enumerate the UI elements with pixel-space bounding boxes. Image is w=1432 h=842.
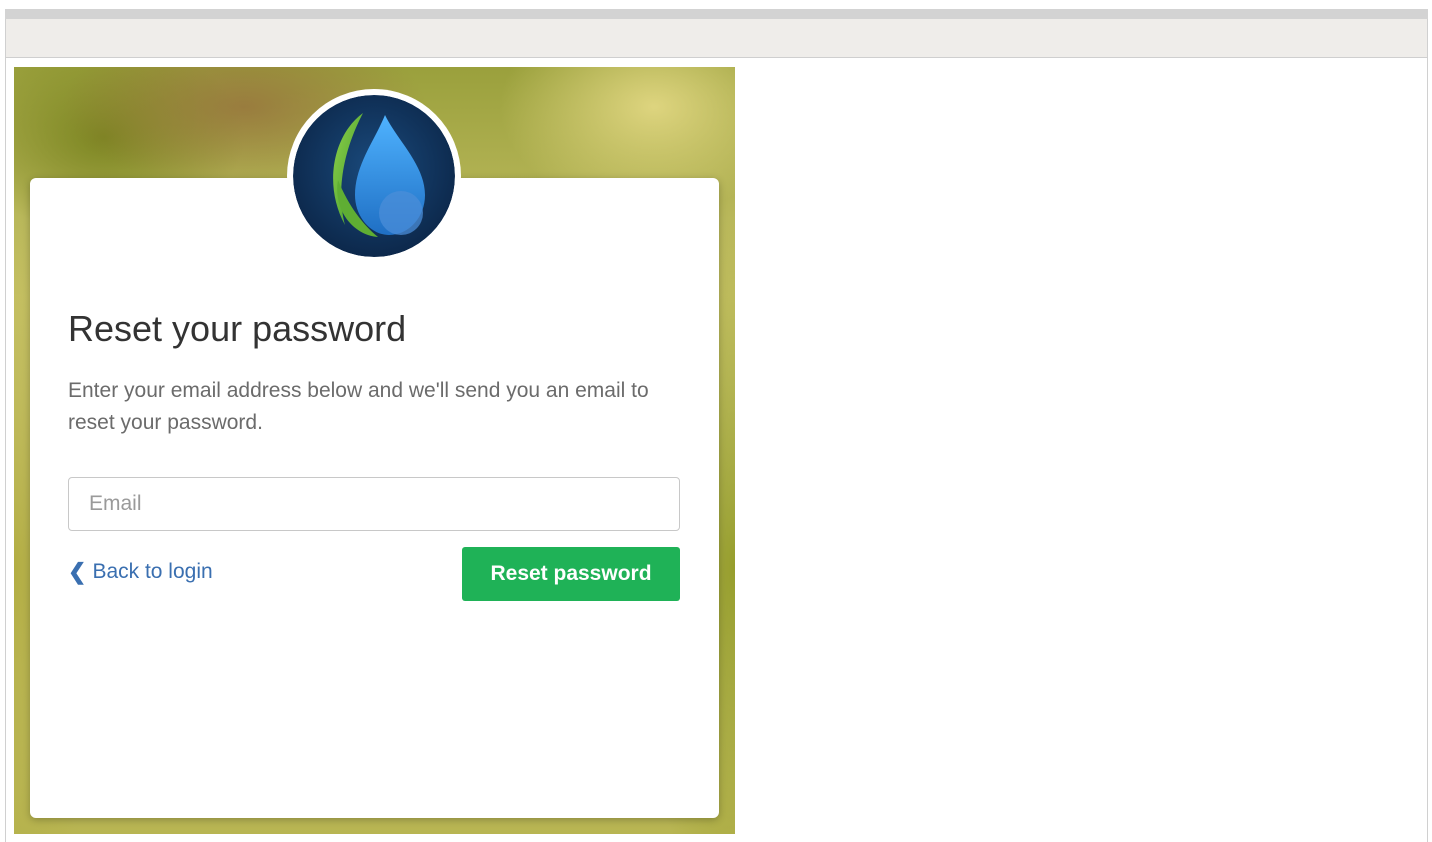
back-to-login-link[interactable]: ❮ Back to login — [68, 559, 213, 585]
brand-logo — [287, 89, 461, 263]
reset-password-button[interactable]: Reset password — [462, 547, 680, 601]
email-field[interactable] — [68, 477, 680, 531]
page-title: Reset your password — [68, 308, 407, 349]
browser-toolbar — [5, 19, 1428, 58]
water-drop-leaf-logo-icon — [293, 95, 455, 257]
instructions-text: Enter your email address below and we'll… — [68, 379, 649, 434]
chevron-left-icon: ❮ — [68, 559, 87, 584]
browser-top-strip — [5, 9, 1428, 19]
back-to-login-label: Back to login — [92, 560, 213, 583]
